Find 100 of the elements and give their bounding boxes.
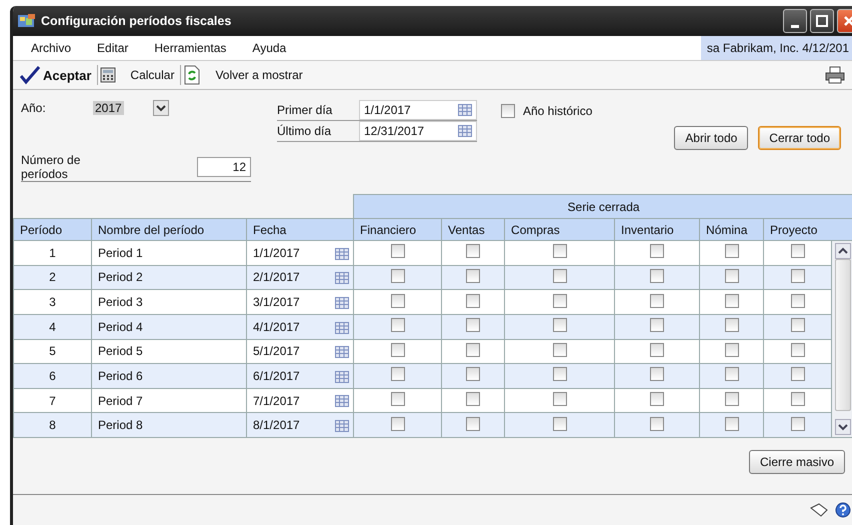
first-day-label: Primer día <box>277 102 334 119</box>
checkbox[interactable] <box>650 318 664 332</box>
checkbox[interactable] <box>650 268 664 283</box>
checkbox[interactable] <box>466 244 480 258</box>
menu-item[interactable]: Archivo <box>13 36 84 60</box>
checkbox[interactable] <box>790 342 805 357</box>
refresh-icon <box>183 65 202 85</box>
table-cell: 2 <box>14 265 92 290</box>
checkbox[interactable] <box>790 268 805 283</box>
column-header: Inventario <box>614 218 700 240</box>
calendar-icon[interactable] <box>335 296 349 309</box>
checkbox[interactable] <box>552 318 567 332</box>
checkbox[interactable] <box>466 318 480 332</box>
checkbox[interactable] <box>390 367 405 382</box>
checkbox[interactable] <box>552 342 567 357</box>
table-cell: 6 <box>14 364 92 388</box>
minimize-button[interactable] <box>783 9 807 33</box>
help-icon[interactable] <box>835 502 851 518</box>
scroll-down-icon[interactable] <box>834 419 851 435</box>
table-cell: 7 <box>14 388 92 413</box>
checkbox[interactable] <box>650 244 664 258</box>
column-header: Nómina <box>700 218 764 240</box>
checkbox[interactable] <box>390 244 405 258</box>
last-day-field[interactable]: 12/31/2017 <box>359 121 477 141</box>
scroll-up-icon[interactable] <box>834 243 851 259</box>
periods-field[interactable]: 12 <box>197 157 251 177</box>
checkbox[interactable] <box>390 268 405 283</box>
checkbox[interactable] <box>552 416 567 431</box>
checkbox[interactable] <box>552 392 567 406</box>
checkbox[interactable] <box>552 367 567 382</box>
checkbox[interactable] <box>466 416 480 431</box>
maximize-icon <box>816 15 828 27</box>
checkbox[interactable] <box>552 244 567 258</box>
year-dropdown[interactable]: 2017 <box>93 100 169 116</box>
checkbox[interactable] <box>466 367 480 382</box>
checkbox[interactable] <box>724 416 739 431</box>
calculator-icon <box>100 67 116 83</box>
calendar-icon[interactable] <box>335 395 349 408</box>
first-day-field[interactable]: 1/1/2017 <box>359 100 477 120</box>
calculate-button[interactable]: Calcular <box>98 67 180 83</box>
checkbox[interactable] <box>390 294 405 308</box>
calendar-icon[interactable] <box>335 272 349 284</box>
checkbox[interactable] <box>466 294 480 308</box>
table-cell: 8 <box>14 412 92 438</box>
checkbox[interactable] <box>650 342 664 357</box>
checkbox[interactable] <box>466 342 480 357</box>
scrollbar-thumb[interactable] <box>834 259 851 411</box>
printer-icon[interactable] <box>825 66 845 84</box>
maximize-button[interactable] <box>810 9 834 33</box>
column-header: Período <box>14 218 92 240</box>
checkbox[interactable] <box>790 416 805 431</box>
checkbox[interactable] <box>724 268 739 283</box>
calendar-icon[interactable] <box>335 248 349 260</box>
checkbox[interactable] <box>790 367 805 382</box>
table-cell: 4/1/2017 <box>246 314 354 339</box>
checkbox[interactable] <box>466 392 480 406</box>
checkbox[interactable] <box>390 342 405 357</box>
historic-checkbox[interactable] <box>501 104 515 118</box>
scrollbar[interactable] <box>832 241 852 437</box>
checkbox[interactable] <box>390 392 405 406</box>
checkbox[interactable] <box>650 294 664 308</box>
checkbox[interactable] <box>552 294 567 308</box>
calendar-icon[interactable] <box>458 125 472 137</box>
checkbox[interactable] <box>724 367 739 382</box>
checkbox[interactable] <box>724 244 739 258</box>
open-all-button[interactable]: Abrir todo <box>674 126 748 150</box>
checkbox[interactable] <box>724 392 739 406</box>
table-cell: Period 7 <box>92 388 246 413</box>
checkbox[interactable] <box>724 318 739 332</box>
menu-item[interactable]: Herramientas <box>140 36 238 60</box>
checkbox[interactable] <box>552 268 567 283</box>
checkbox[interactable] <box>724 294 739 308</box>
close-all-button[interactable]: Cerrar todo <box>758 126 841 150</box>
app-icon <box>17 13 37 29</box>
checkbox[interactable] <box>390 318 405 332</box>
table-cell: Period 1 <box>92 240 246 266</box>
checkbox[interactable] <box>650 367 664 382</box>
accept-button[interactable]: Aceptar <box>17 65 98 85</box>
menu-item[interactable]: Ayuda <box>238 36 298 60</box>
checkbox[interactable] <box>650 392 664 406</box>
checkbox[interactable] <box>790 294 805 308</box>
checkbox[interactable] <box>790 392 805 406</box>
column-header: Fecha <box>246 218 354 240</box>
redisplay-button[interactable]: Volver a mostrar <box>181 65 309 85</box>
table-cell: 6/1/2017 <box>246 364 354 388</box>
user-info: sa Fabrikam, Inc. 4/12/201 <box>700 36 852 60</box>
calendar-icon[interactable] <box>335 322 349 334</box>
calendar-icon[interactable] <box>335 370 349 383</box>
checkbox[interactable] <box>790 244 805 258</box>
checkbox[interactable] <box>390 416 405 431</box>
mass-close-button[interactable]: Cierre masivo <box>748 450 845 474</box>
checkbox[interactable] <box>650 416 664 431</box>
checkbox[interactable] <box>790 318 805 332</box>
calendar-icon[interactable] <box>458 104 472 116</box>
table-cell: Period 3 <box>92 290 246 314</box>
calendar-icon[interactable] <box>335 420 349 432</box>
calendar-icon[interactable] <box>335 346 349 358</box>
checkbox[interactable] <box>466 268 480 283</box>
checkbox[interactable] <box>724 342 739 357</box>
menu-item[interactable]: Editar <box>83 36 140 60</box>
